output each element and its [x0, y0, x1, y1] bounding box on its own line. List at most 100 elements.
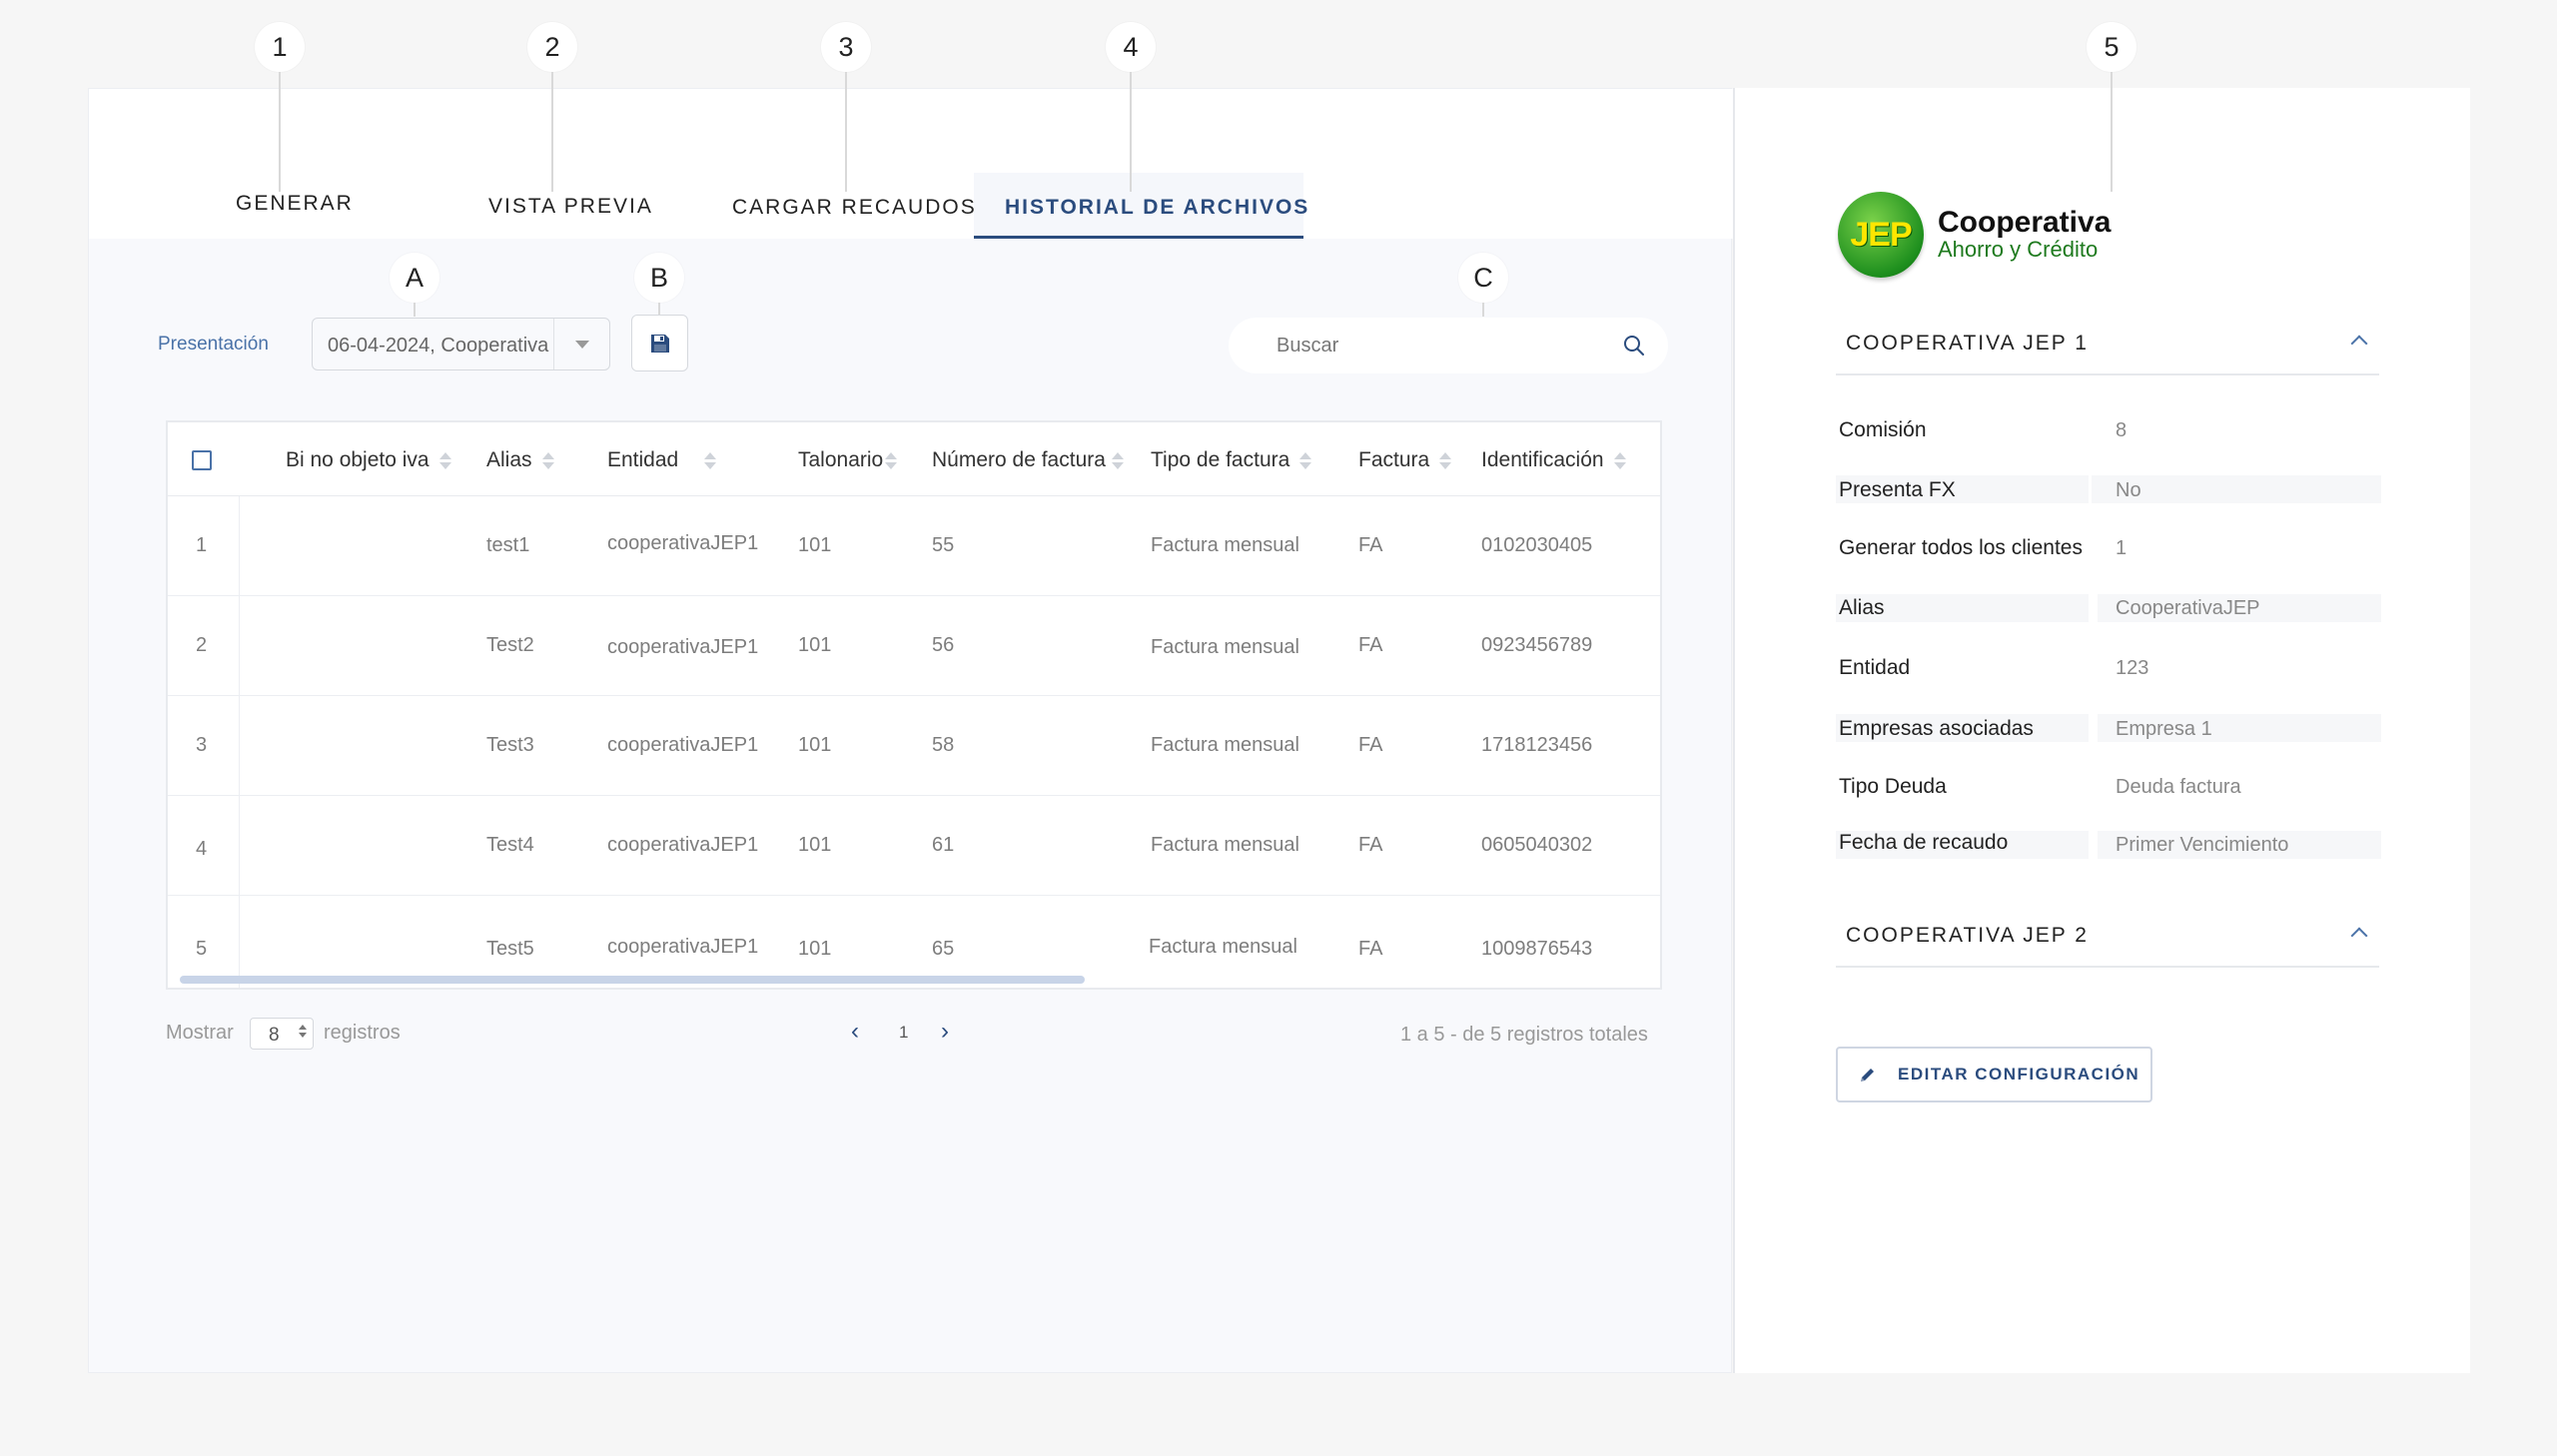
cooperativa-jep-logo: JEP Cooperativa Ahorro y Crédito [1838, 192, 2111, 278]
col-numero-de-factura[interactable]: Número de factura [932, 448, 1124, 472]
callout-2: 2 [527, 22, 577, 192]
col-bi-no-objeto-iva[interactable]: Bi no objeto iva [286, 448, 451, 472]
col-label: Tipo de factura [1151, 448, 1290, 471]
col-label: Talonario [798, 448, 884, 471]
row-number: 5 [196, 938, 208, 960]
cell-entidad: cooperativaJEP1 [607, 734, 759, 756]
sort-icon[interactable] [1613, 451, 1626, 469]
col-talonario[interactable]: Talonario [798, 448, 898, 472]
records-table: Bi no objeto iva Alias Entidad Talonario… [166, 420, 1662, 990]
tab-cargar-recaudos[interactable]: CARGAR RECAUDOS [732, 196, 977, 220]
floppy-disk-icon [650, 334, 669, 353]
edit-configuration-button[interactable]: EDITAR CONFIGURACIÓN [1836, 1047, 2152, 1102]
col-label: Entidad [607, 448, 679, 471]
chevron-right-icon[interactable]: › [941, 1018, 949, 1046]
select-all-checkbox[interactable] [192, 450, 212, 470]
field-value: No [2116, 479, 2141, 501]
cell-numero: 55 [932, 534, 955, 556]
callout-3-line [845, 72, 847, 192]
row-number: 3 [196, 734, 208, 756]
cell-tipo: Factura mensual [1151, 834, 1299, 856]
sort-icon[interactable] [1299, 451, 1312, 469]
cell-entidad: cooperativaJEP1 [607, 636, 759, 658]
presentacion-label: Presentación [158, 334, 269, 355]
col-factura[interactable]: Factura [1358, 448, 1452, 472]
section-cooperativa-jep-1[interactable]: COOPERATIVA JEP 1 [1836, 320, 2379, 375]
chevron-left-icon[interactable]: ‹ [851, 1018, 859, 1046]
horizontal-scrollbar[interactable] [180, 976, 1085, 984]
cell-alias: Test2 [486, 634, 534, 656]
tab-bar: GENERAR VISTA PREVIA CARGAR RECAUDOS HIS… [89, 89, 1733, 239]
field-label: Presenta FX [1839, 478, 1956, 501]
chevron-down-icon[interactable] [553, 319, 609, 369]
logo-wordmark: Cooperativa Ahorro y Crédito [1938, 208, 2111, 262]
cell-identificacion: 1009876543 [1481, 938, 1593, 960]
field-label: Generar todos los clientes [1839, 536, 2083, 559]
col-entidad[interactable]: Entidad [607, 448, 717, 472]
cell-identificacion: 0605040302 [1481, 834, 1593, 856]
callout-b: B [634, 253, 684, 317]
sort-icon[interactable] [438, 451, 451, 469]
table-header: Bi no objeto iva Alias Entidad Talonario… [168, 422, 1660, 496]
cell-talonario: 101 [798, 834, 832, 856]
col-label: Alias [486, 448, 532, 471]
table-row[interactable]: 2 Test2 cooperativaJEP1 101 56 Factura m… [168, 596, 1660, 696]
table-row[interactable]: 4 Test4 cooperativaJEP1 101 61 Factura m… [168, 796, 1660, 896]
field-label: Tipo Deuda [1839, 775, 1947, 798]
callout-2-line [551, 72, 553, 192]
field-label: Alias [1839, 596, 1885, 619]
cell-entidad: cooperativaJEP1 [607, 834, 759, 856]
table-row[interactable]: 3 Test3 cooperativaJEP1 101 58 Factura m… [168, 696, 1660, 796]
chevron-up-icon[interactable] [2350, 335, 2368, 353]
callout-2-bubble: 2 [527, 22, 577, 72]
sort-icon[interactable] [1439, 451, 1452, 469]
field-label: Entidad [1839, 656, 1911, 679]
callout-1: 1 [255, 22, 305, 192]
tab-generar[interactable]: GENERAR [236, 192, 354, 216]
sort-icon[interactable] [704, 451, 717, 469]
sort-icon[interactable] [885, 451, 898, 469]
sort-icon[interactable] [541, 451, 554, 469]
callout-c-bubble: C [1458, 253, 1508, 303]
sort-icon[interactable] [1111, 451, 1124, 469]
save-button[interactable] [631, 315, 688, 371]
spinner-icon[interactable] [299, 1025, 307, 1038]
field-label: Fecha de recaudo [1839, 831, 2009, 854]
field-value: 1 [2116, 537, 2128, 559]
page-size-select[interactable]: 8 [250, 1018, 314, 1050]
callout-5-bubble: 5 [2087, 22, 2136, 72]
table-row[interactable]: 1 test1 cooperativaJEP1 101 55 Factura m… [168, 496, 1660, 596]
search-field[interactable]: Buscar [1229, 318, 1668, 373]
field-value: Deuda factura [2116, 776, 2241, 798]
callout-4: 4 [1106, 22, 1156, 192]
logo-mark-text: JEP [1850, 215, 1912, 254]
cell-alias: test1 [486, 534, 530, 556]
current-page[interactable]: 1 [899, 1023, 908, 1043]
cell-numero: 65 [932, 938, 955, 960]
col-label: Bi no objeto iva [286, 448, 429, 471]
search-placeholder: Buscar [1277, 335, 1339, 357]
search-icon[interactable] [1622, 334, 1646, 358]
row-number: 2 [196, 634, 208, 656]
col-alias[interactable]: Alias [486, 448, 554, 472]
callout-a-line [414, 303, 416, 317]
cell-tipo: Factura mensual [1151, 534, 1299, 556]
tab-vista-previa[interactable]: VISTA PREVIA [488, 195, 653, 219]
section-cooperativa-jep-2[interactable]: COOPERATIVA JEP 2 [1836, 912, 2379, 968]
page-size-value: 8 [269, 1025, 280, 1046]
tab-historial-de-archivos[interactable]: HISTORIAL DE ARCHIVOS [1005, 196, 1309, 220]
edit-configuration-label: EDITAR CONFIGURACIÓN [1898, 1065, 2140, 1084]
callout-a: A [390, 253, 439, 317]
callout-4-line [1130, 72, 1132, 192]
presentacion-select[interactable]: 06-04-2024, Cooperativa [312, 318, 610, 370]
chevron-up-icon[interactable] [2350, 927, 2368, 945]
cell-identificacion: 0102030405 [1481, 534, 1593, 556]
cell-alias: Test5 [486, 938, 534, 960]
cell-talonario: 101 [798, 734, 832, 756]
col-tipo-de-factura[interactable]: Tipo de factura [1151, 448, 1312, 472]
cell-talonario: 101 [798, 938, 832, 960]
pagination-summary: 1 a 5 - de 5 registros totales [1400, 1024, 1648, 1046]
col-identificacion[interactable]: Identificación [1481, 448, 1626, 472]
cell-entidad: cooperativaJEP1 [607, 936, 759, 958]
cell-talonario: 101 [798, 534, 832, 556]
